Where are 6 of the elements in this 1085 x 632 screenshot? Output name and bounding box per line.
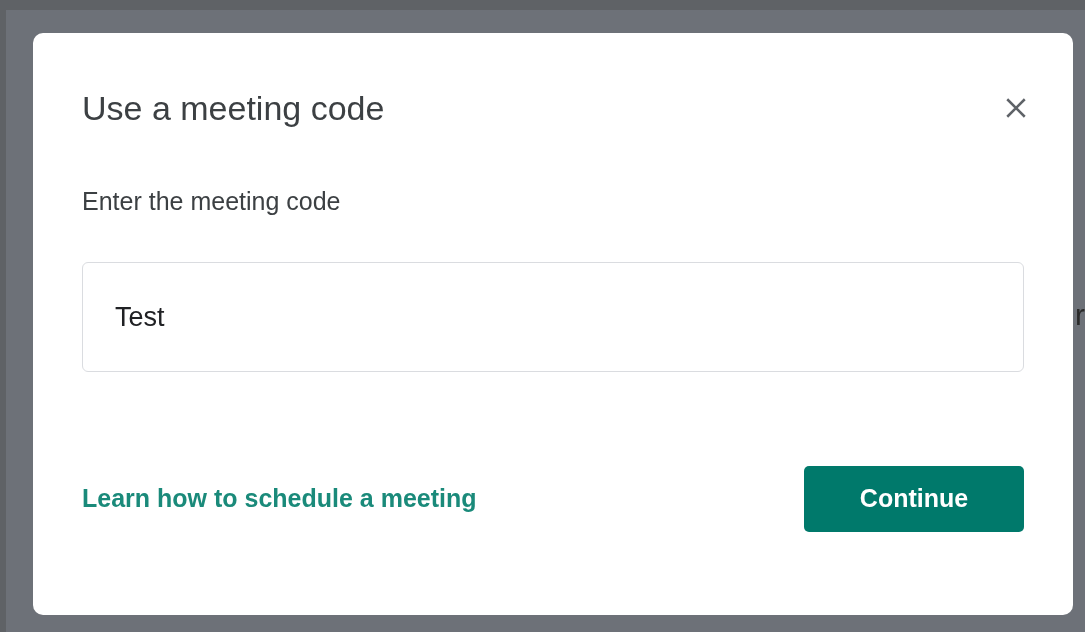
schedule-link[interactable]: Learn how to schedule a meeting — [82, 480, 477, 518]
input-field[interactable]: Test — [82, 262, 1024, 372]
background-text: r — [1075, 300, 1085, 330]
field-label: Enter the meeting code — [82, 189, 342, 214]
continue-button[interactable]: Continue — [804, 466, 1024, 532]
dialog-title: Use a meeting code — [82, 91, 385, 125]
